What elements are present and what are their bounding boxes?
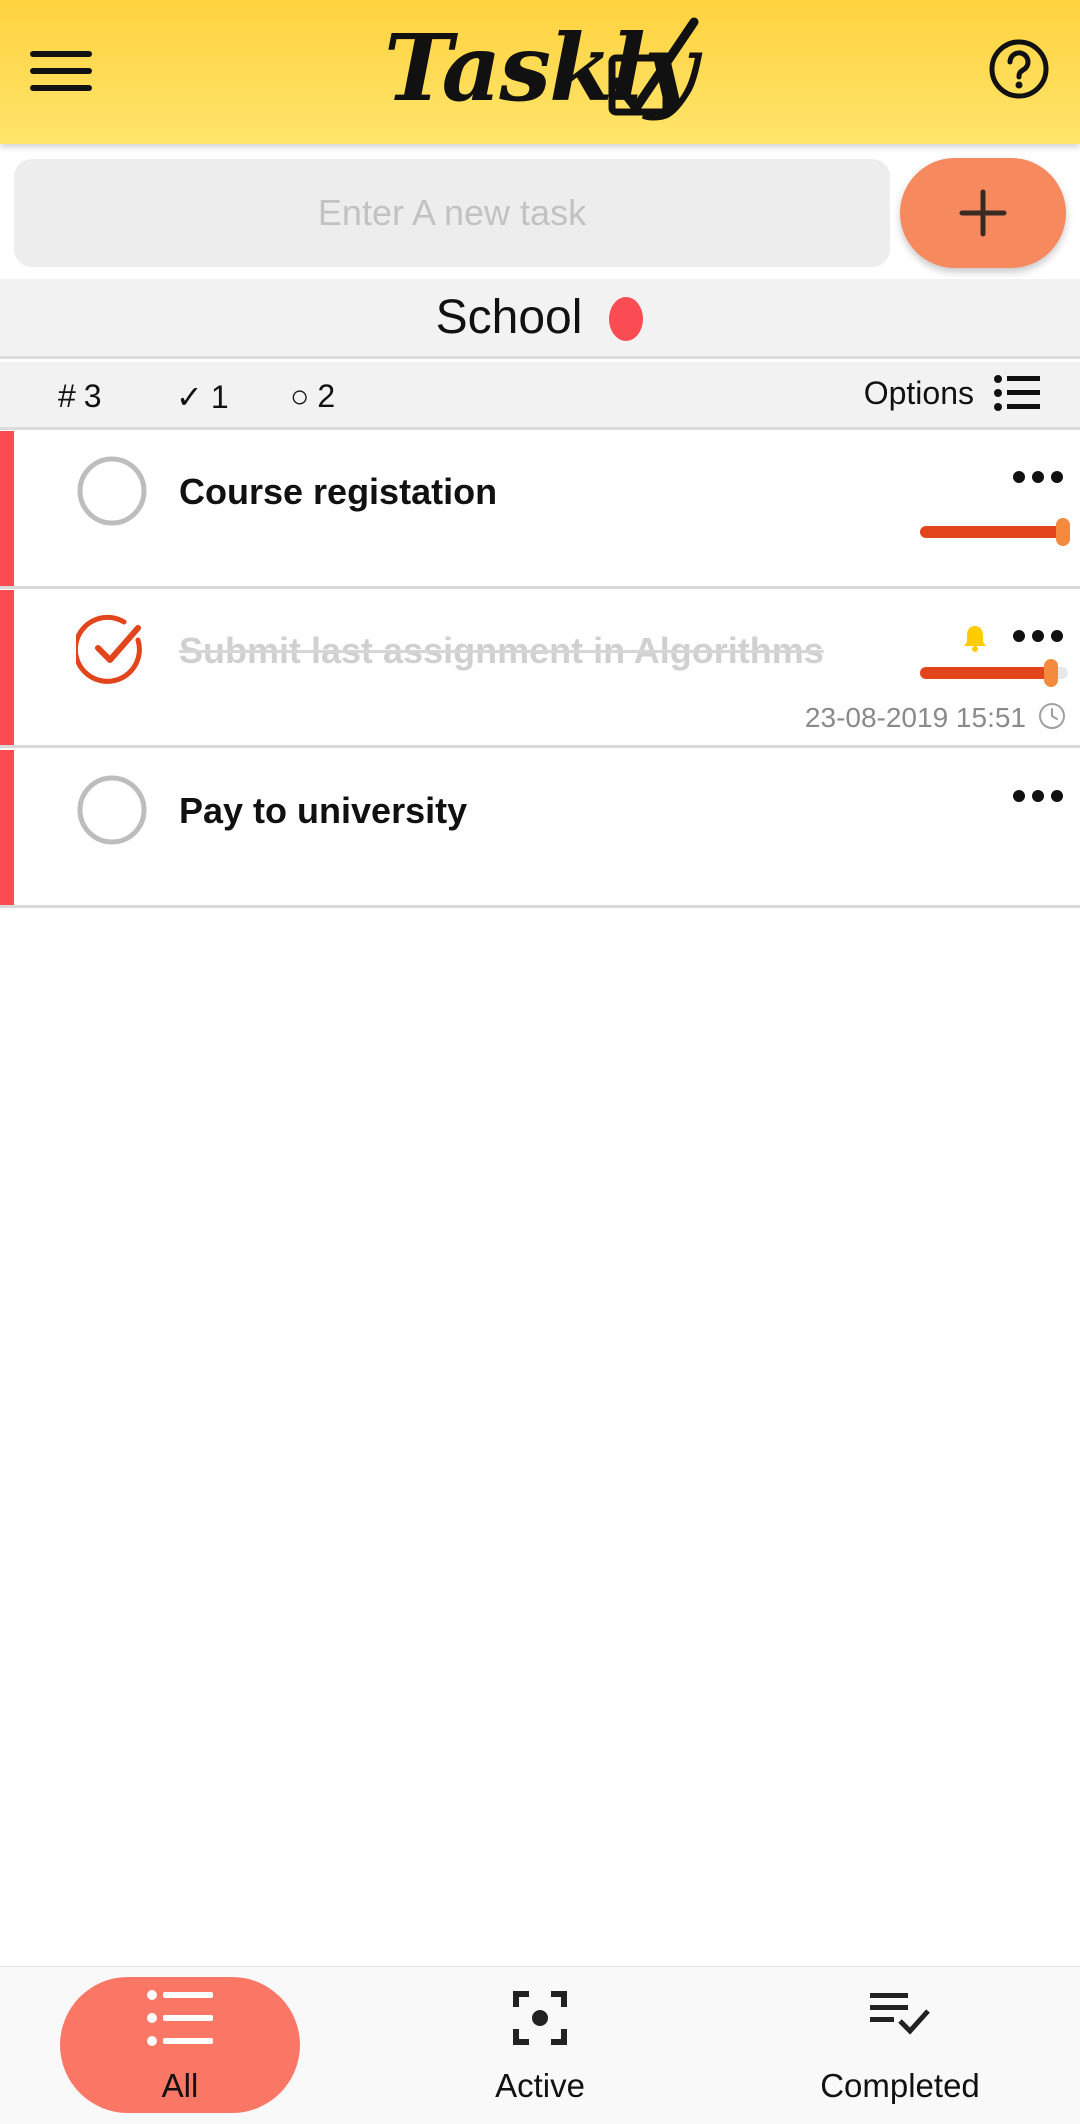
list-icon xyxy=(147,1990,213,2046)
completed-count-value: 1 xyxy=(210,378,229,415)
completed-count: ✓ 1 xyxy=(176,378,229,416)
category-stripe xyxy=(0,590,14,745)
hamburger-line xyxy=(30,68,92,74)
category-stripe xyxy=(0,431,14,586)
task-item-completed[interactable]: Submit last assignment in Algorithms 23-… xyxy=(0,590,1080,748)
more-horizontal-icon[interactable] xyxy=(1012,469,1064,485)
task-item[interactable]: Pay to university xyxy=(0,750,1080,908)
circle-icon: ○ xyxy=(290,378,310,414)
category-header[interactable]: School xyxy=(0,279,1080,359)
nav-tab-all[interactable]: All xyxy=(60,1977,300,2113)
task-title: Pay to university xyxy=(179,790,468,831)
list-icon xyxy=(994,375,1040,411)
slider-fill xyxy=(920,526,1068,538)
hamburger-line xyxy=(30,85,92,91)
unchecked-circle-icon[interactable] xyxy=(76,455,148,527)
slider-fill xyxy=(920,667,1052,679)
clock-icon xyxy=(1039,703,1065,729)
task-title: Course registation xyxy=(179,471,498,512)
help-circle-icon xyxy=(989,39,1049,99)
bell-icon xyxy=(964,626,986,652)
task-date: 23-08-2019 15:51 xyxy=(804,702,1026,733)
focus-icon xyxy=(513,1991,567,2045)
task-title: Submit last assignment in Algorithms xyxy=(179,630,824,671)
menu-button[interactable] xyxy=(30,40,92,102)
category-color-drop-icon xyxy=(609,296,644,341)
nav-label: Completed xyxy=(820,2067,980,2104)
nav-label: Active xyxy=(495,2067,585,2104)
task-item[interactable]: Course registation xyxy=(0,431,1080,589)
new-task-input[interactable] xyxy=(14,159,890,267)
active-count-value: 2 xyxy=(317,378,336,414)
hamburger-menu-icon xyxy=(30,51,92,57)
check-icon: ✓ xyxy=(176,379,203,415)
help-button[interactable] xyxy=(988,38,1050,100)
slider-thumb xyxy=(1044,659,1058,687)
more-horizontal-icon[interactable] xyxy=(1012,628,1064,644)
category-stripe xyxy=(0,750,14,905)
bottom-navigation: All Active Completed xyxy=(0,1966,1080,2124)
category-title: School xyxy=(435,291,583,344)
add-task-button[interactable] xyxy=(900,158,1066,268)
checkbox-logo-icon xyxy=(608,17,699,116)
hash-icon: # xyxy=(58,378,76,414)
checked-circle-icon[interactable] xyxy=(76,614,148,686)
task-stats-bar: # 3 ✓ 1 ○ 2 Options xyxy=(0,362,1080,430)
app-header: Taskly xyxy=(0,0,1080,144)
unchecked-circle-icon[interactable] xyxy=(76,774,148,846)
total-count-value: 3 xyxy=(83,378,102,414)
options-button[interactable]: Options xyxy=(864,374,1040,412)
slider-thumb xyxy=(1056,518,1070,546)
plus-icon xyxy=(959,189,1007,237)
nav-tab-active[interactable]: Active xyxy=(450,1967,630,2124)
playlist-check-icon xyxy=(870,1993,930,2035)
priority-slider[interactable] xyxy=(918,658,1070,688)
total-count: # 3 xyxy=(58,378,102,415)
nav-label: All xyxy=(161,2067,199,2104)
nav-tab-completed[interactable]: Completed xyxy=(780,1967,1020,2124)
priority-slider[interactable] xyxy=(918,517,1070,547)
app-logo: Taskly xyxy=(380,12,710,130)
more-horizontal-icon[interactable] xyxy=(1012,788,1064,804)
options-label: Options xyxy=(863,374,974,411)
active-count: ○ 2 xyxy=(290,378,335,415)
